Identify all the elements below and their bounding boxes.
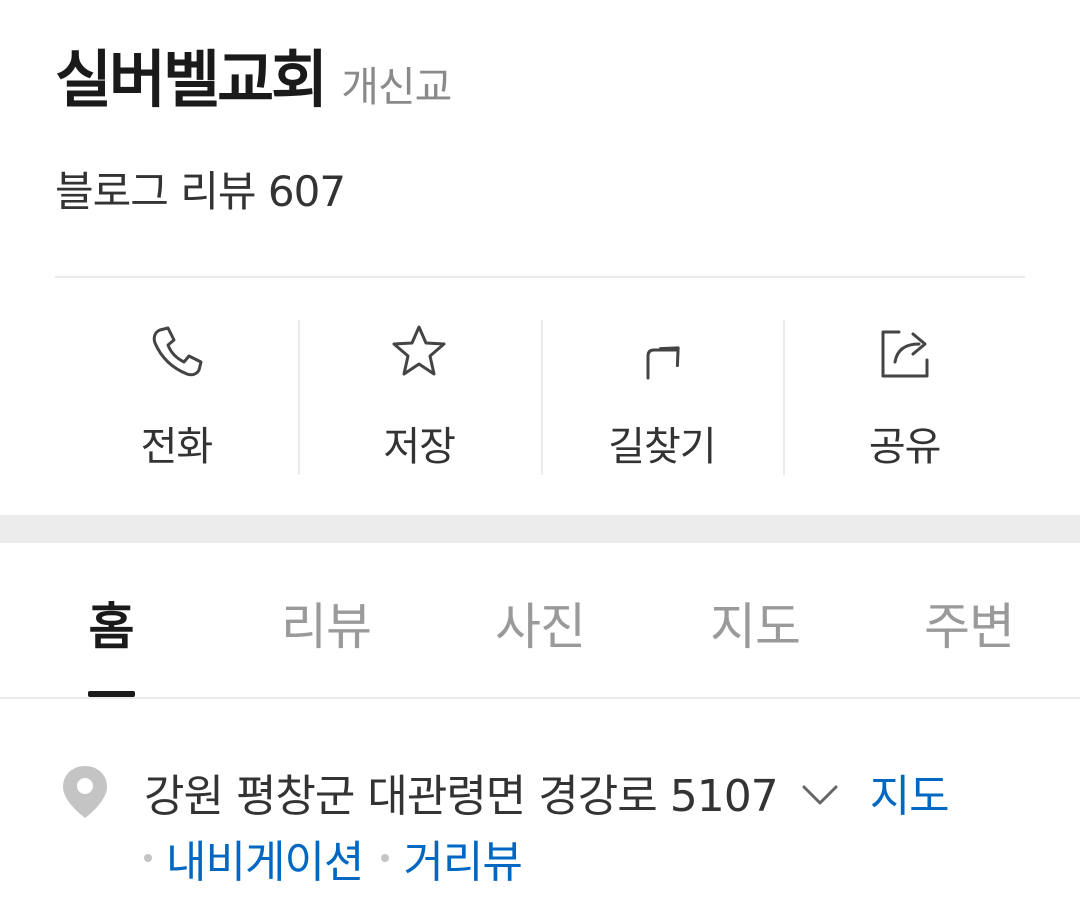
streetview-link[interactable]: 거리뷰 — [403, 826, 522, 890]
share-label: 공유 — [868, 424, 942, 470]
directions-label: 길찾기 — [608, 424, 716, 470]
place-name: 실버벨교회 — [55, 43, 328, 116]
address-text: 강원 평창군 대관령면 경강로 5107 — [144, 771, 779, 822]
tab-map[interactable]: 지도 — [710, 587, 801, 659]
directions-icon — [646, 346, 680, 380]
directions-button[interactable]: 길찾기 — [540, 320, 784, 475]
chevron-down-icon[interactable] — [800, 775, 840, 815]
tab-photos[interactable]: 사진 — [495, 587, 586, 659]
section-gap — [0, 515, 1080, 543]
action-bar: 전화 저장 길찾기 공유 — [55, 320, 1026, 475]
map-link[interactable]: 지도 — [870, 760, 950, 824]
navigation-link[interactable]: 내비게이션 — [166, 826, 364, 890]
place-category: 개신교 — [341, 63, 452, 111]
share-button[interactable]: 공유 — [783, 320, 1026, 475]
share-icon — [881, 330, 929, 378]
save-label: 저장 — [383, 424, 456, 470]
place-header: 실버벨교회 개신교 — [55, 40, 1025, 120]
tab-bar-divider — [0, 697, 1080, 699]
address-row: 강원 평창군 대관령면 경강로 5107 지도 — [144, 760, 950, 824]
review-label: 블로그 리뷰 — [55, 167, 257, 216]
phone-icon — [153, 326, 203, 377]
separator-dot — [381, 854, 390, 862]
address-links: 내비게이션 거리뷰 — [144, 826, 523, 890]
review-count: 607 — [267, 167, 346, 216]
save-button[interactable]: 저장 — [297, 320, 541, 475]
location-pin-icon — [63, 766, 107, 818]
tab-bar: 홈 리뷰 사진 지도 주변 — [0, 543, 1080, 698]
separator-dot — [144, 854, 152, 862]
tab-home[interactable]: 홈 — [89, 587, 135, 659]
call-label: 전화 — [140, 424, 214, 470]
tab-nearby[interactable]: 주변 — [924, 587, 1015, 659]
blog-review-summary[interactable]: 블로그 리뷰 607 — [55, 158, 346, 219]
call-button[interactable]: 전화 — [55, 320, 298, 475]
header-divider — [55, 276, 1025, 278]
tab-reviews[interactable]: 리뷰 — [281, 587, 372, 659]
title-row: 실버벨교회 개신교 — [55, 40, 1025, 120]
star-icon — [392, 325, 446, 376]
